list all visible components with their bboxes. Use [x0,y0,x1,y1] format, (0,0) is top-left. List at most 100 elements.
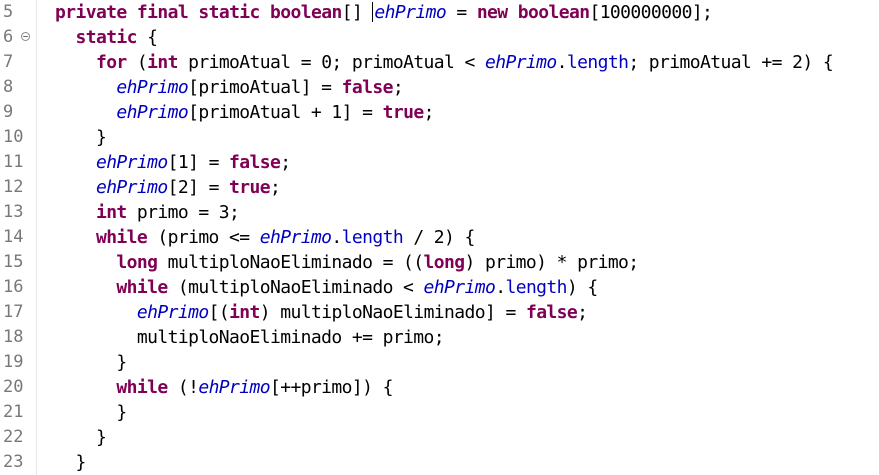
code-line[interactable]: for (int primoAtual = 0; primoAtual < eh… [55,50,834,75]
line-number: 12 [3,177,24,197]
code-editor[interactable]: 5 6 7 8 9 10 11 12 13 14 15 16 17 18 19 20 21 22 23 privat… [0,0,879,475]
code-field-reference: ehPrimo [259,227,332,248]
code-field-reference: ehPrimo [95,177,168,198]
collapse-minus-icon[interactable] [21,32,30,41]
code-text: [primoAtual] = [188,77,342,98]
code-keyword: final [136,2,189,23]
line-number: 9 [3,102,14,122]
code-line[interactable]: } [55,400,127,425]
code-text: ; [423,102,435,123]
code-field-reference: ehPrimo [95,152,168,173]
code-text: { [136,27,158,48]
code-line[interactable]: } [55,425,107,450]
code-text: . [495,277,506,298]
line-number: 23 [3,452,24,472]
code-keyword: static [198,2,260,23]
code-keyword: int [229,302,260,323]
line-number-row: 13 [0,200,36,225]
code-line[interactable]: int primo = 3; [55,200,240,225]
code-text: [100000000]; [589,2,713,23]
code-line[interactable]: while (multiploNaoEliminado < ehPrimo.le… [55,275,598,300]
code-keyword: false [525,302,578,323]
code-text: / 2) { [403,227,475,248]
code-keyword: boolean [270,2,342,23]
line-number-row: 11 [0,150,36,175]
code-text: multiploNaoEliminado += primo; [55,327,445,348]
code-text: (primo <= [147,227,260,248]
line-number-row: 15 [0,250,36,275]
code-line[interactable]: multiploNaoEliminado += primo; [55,325,445,350]
line-number-row: 21 [0,400,36,425]
code-field-reference: ehPrimo [116,102,189,123]
line-number-row: 23 [0,450,36,475]
code-keyword: for [95,52,127,73]
code-text: } [55,452,86,473]
code-keyword: long [423,252,466,273]
line-number: 13 [3,202,24,222]
code-line[interactable]: ehPrimo[1] = false; [55,150,291,175]
code-field-reference: ehPrimo [374,2,447,23]
code-area[interactable]: private final static boolean[] ehPrimo =… [37,0,879,475]
line-number-row: 22 [0,425,36,450]
line-number-row: 9 [0,100,36,125]
code-line[interactable]: static { [55,25,158,50]
code-text: [( [208,302,230,323]
code-text: ; primoAtual += 2) { [628,52,834,73]
line-number: 15 [3,252,24,272]
code-keyword: while [95,227,148,248]
code-text: . [556,52,568,73]
code-line[interactable]: } [55,350,127,375]
line-number: 8 [3,77,14,97]
code-text: = [446,2,477,23]
code-keyword: false [341,77,394,98]
code-line[interactable]: long multiploNaoEliminado = ((long) prim… [55,250,639,275]
line-number-row: 19 [0,350,36,375]
code-line[interactable]: ehPrimo[2] = true; [55,175,281,200]
code-keyword: private [55,2,127,23]
code-text: [++primo]) { [270,377,393,398]
line-number-row: 6 [0,25,36,50]
code-text: [1] = [167,152,230,173]
line-number: 5 [3,2,14,22]
code-text: (multiploNaoEliminado < [167,277,424,298]
code-field-reference: ehPrimo [484,52,557,73]
line-number: 17 [3,302,24,322]
code-line[interactable]: ehPrimo[primoAtual] = false; [55,75,403,100]
code-field-reference: ehPrimo [423,277,496,298]
code-text: [] [341,2,373,23]
line-number: 16 [3,277,24,297]
line-number-row: 17 [0,300,36,325]
code-keyword: boolean [517,2,590,23]
code-field-reference: length [566,52,629,73]
line-number-row: 10 [0,125,36,150]
code-line[interactable]: private final static boolean[] ehPrimo =… [55,0,713,25]
code-line[interactable]: while (!ehPrimo[++primo]) { [55,375,393,400]
line-number-row: 18 [0,325,36,350]
line-number-row: 8 [0,75,36,100]
code-field-reference: length [505,277,567,298]
line-number-row: 14 [0,225,36,250]
code-text: multiploNaoEliminado = (( [157,252,425,273]
code-line[interactable]: } [55,125,107,150]
code-line[interactable]: ehPrimo[(int) multiploNaoEliminado] = fa… [55,300,588,325]
line-number-row: 20 [0,375,36,400]
code-line[interactable]: while (primo <= ehPrimo.length / 2) { [55,225,475,250]
line-number-row: 7 [0,50,36,75]
code-line[interactable]: ehPrimo[primoAtual + 1] = true; [55,100,434,125]
code-text: } [55,352,127,373]
code-line[interactable]: } [55,450,86,475]
code-keyword: long [116,252,158,273]
code-text: } [55,427,107,448]
code-text: } [55,127,107,148]
line-number: 14 [3,227,24,247]
